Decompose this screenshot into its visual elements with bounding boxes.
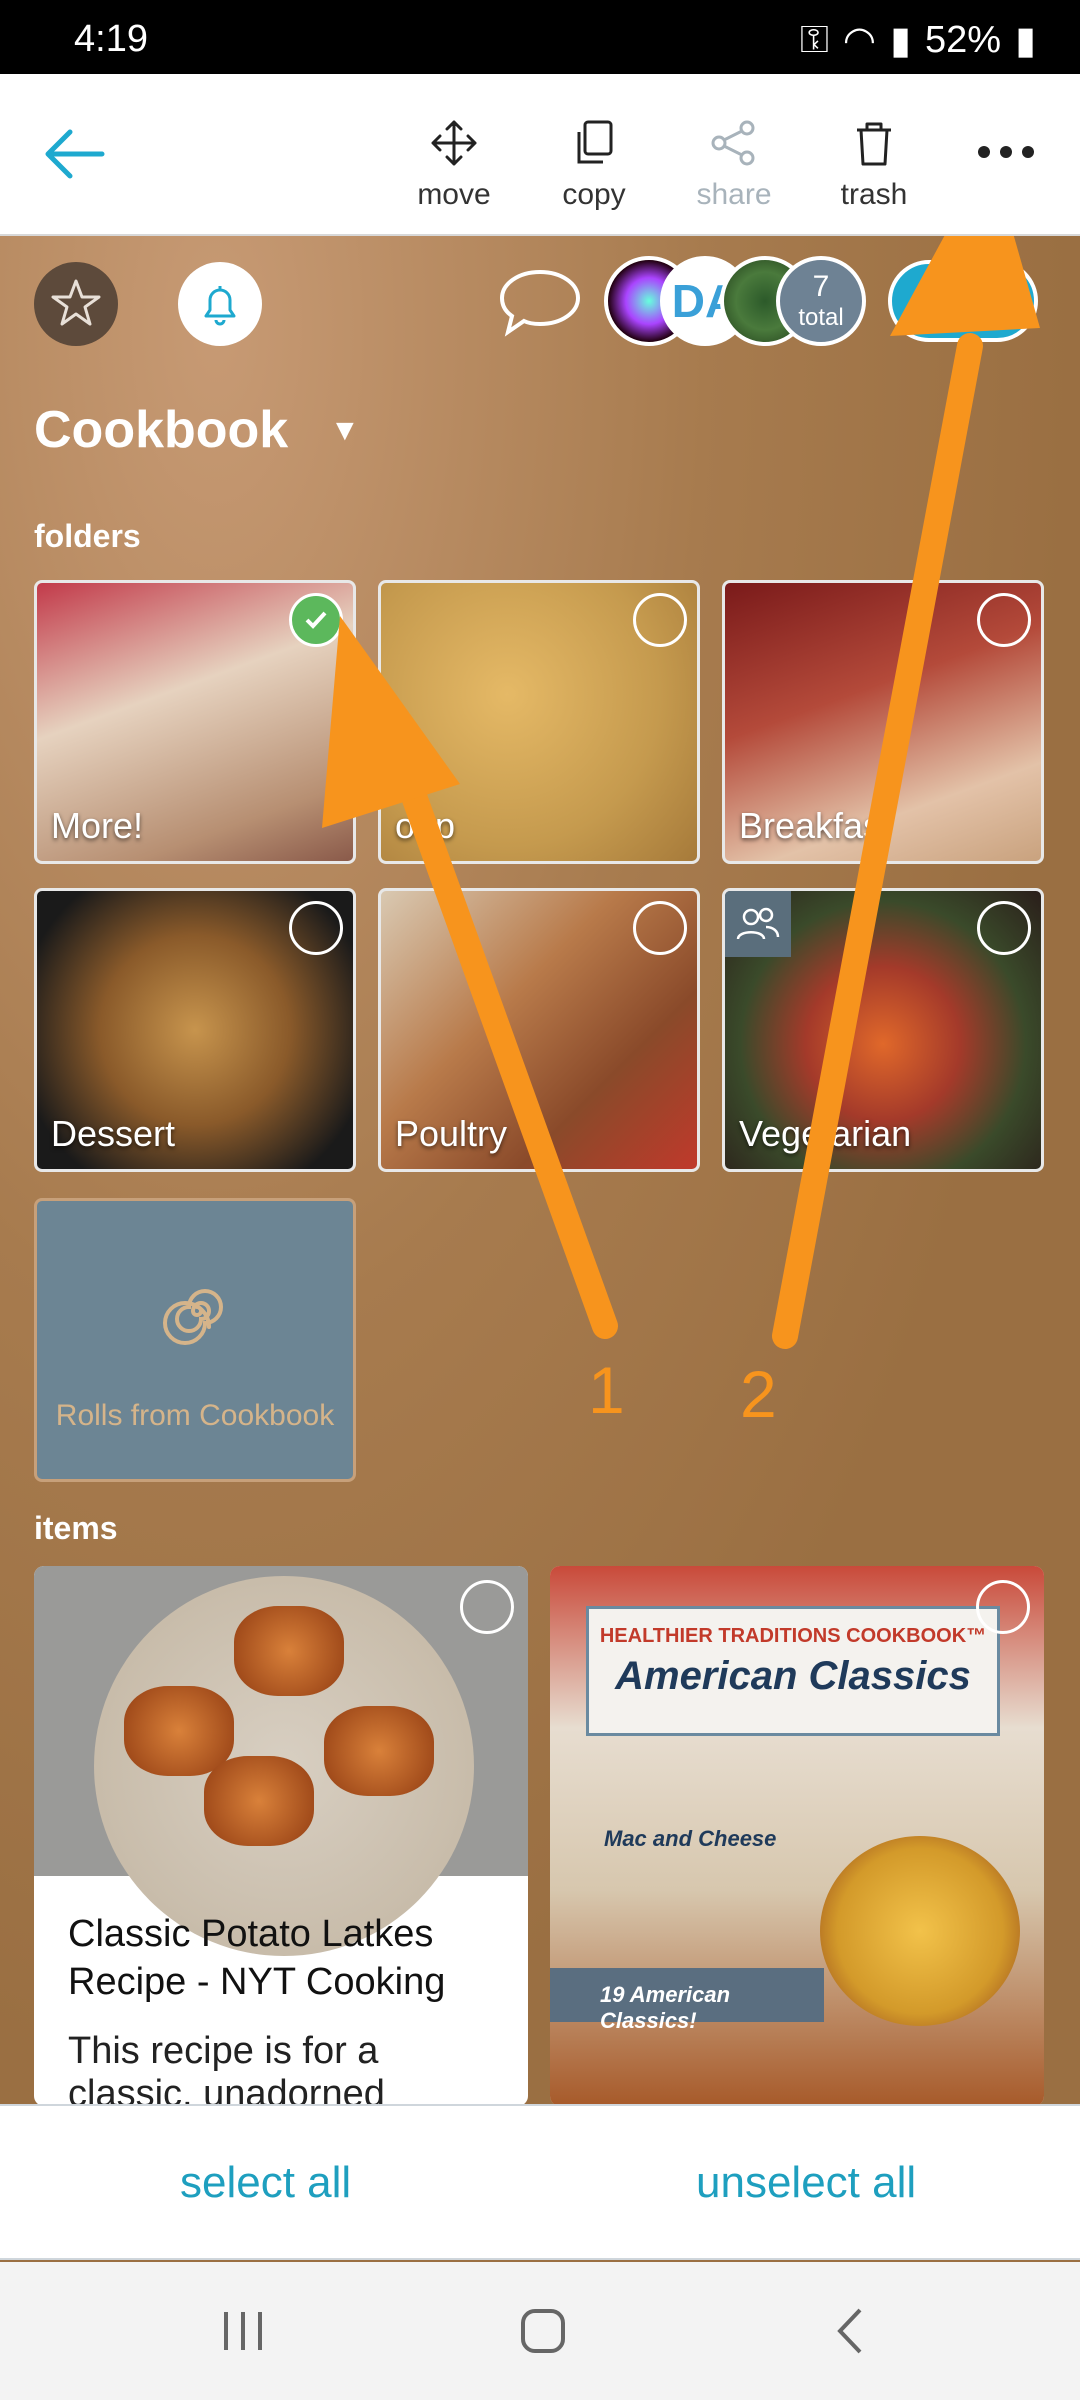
share-toolbar-label: share	[696, 178, 772, 211]
nav-back-icon[interactable]	[830, 2306, 870, 2356]
trash-icon	[857, 122, 891, 166]
share-icon	[711, 120, 755, 166]
battery-icon: ▮	[1015, 20, 1036, 62]
unselect-all-button[interactable]: unselect all	[696, 2158, 916, 2208]
back-button[interactable]	[40, 124, 110, 189]
trash-label: trash	[840, 178, 908, 211]
more-dots-icon	[978, 146, 1034, 158]
back-arrow-icon	[45, 129, 105, 179]
status-time: 4:19	[74, 18, 148, 60]
status-bar: 4:19 ⚿ ◠ ▮ 52% ▮	[0, 0, 1080, 74]
trash-button[interactable]: trash	[814, 118, 934, 212]
arrow-head-1	[322, 616, 460, 828]
annotation-label-1: 1	[588, 1353, 625, 1427]
selection-bar: select all unselect all	[0, 2104, 1080, 2260]
home-icon[interactable]	[518, 2306, 568, 2356]
battery-level: 52%	[925, 19, 1002, 61]
system-nav-bar	[0, 2262, 1080, 2400]
status-icons: ⚿ ◠ ▮ 52% ▮	[800, 18, 1036, 63]
move-label: move	[417, 178, 491, 211]
annotation-label-2: 2	[740, 1357, 777, 1431]
action-toolbar: move copy share trash	[0, 74, 1080, 236]
item-title: Classic Potato Latkes Recipe - NYT Cooki…	[68, 1913, 446, 2003]
move-button[interactable]: move	[394, 118, 514, 212]
move-icon	[431, 120, 477, 166]
copy-label: copy	[562, 178, 626, 211]
signal-icon: ▮	[890, 20, 912, 62]
more-options-button[interactable]	[976, 144, 1036, 165]
share-toolbar-button[interactable]: share	[674, 118, 794, 212]
recent-apps-icon[interactable]	[220, 2308, 266, 2354]
key-icon: ⚿	[800, 19, 829, 61]
copy-icon	[577, 120, 613, 164]
wifi-icon: ◠	[842, 20, 877, 62]
cookbook-content: DA 7 total Cookbook ▼ folders More! oup …	[0, 236, 1080, 2106]
arrow-head-2	[890, 236, 1040, 336]
select-all-button[interactable]: select all	[180, 2158, 351, 2208]
annotation-arrows	[322, 236, 1040, 1349]
copy-button[interactable]: copy	[534, 118, 654, 212]
